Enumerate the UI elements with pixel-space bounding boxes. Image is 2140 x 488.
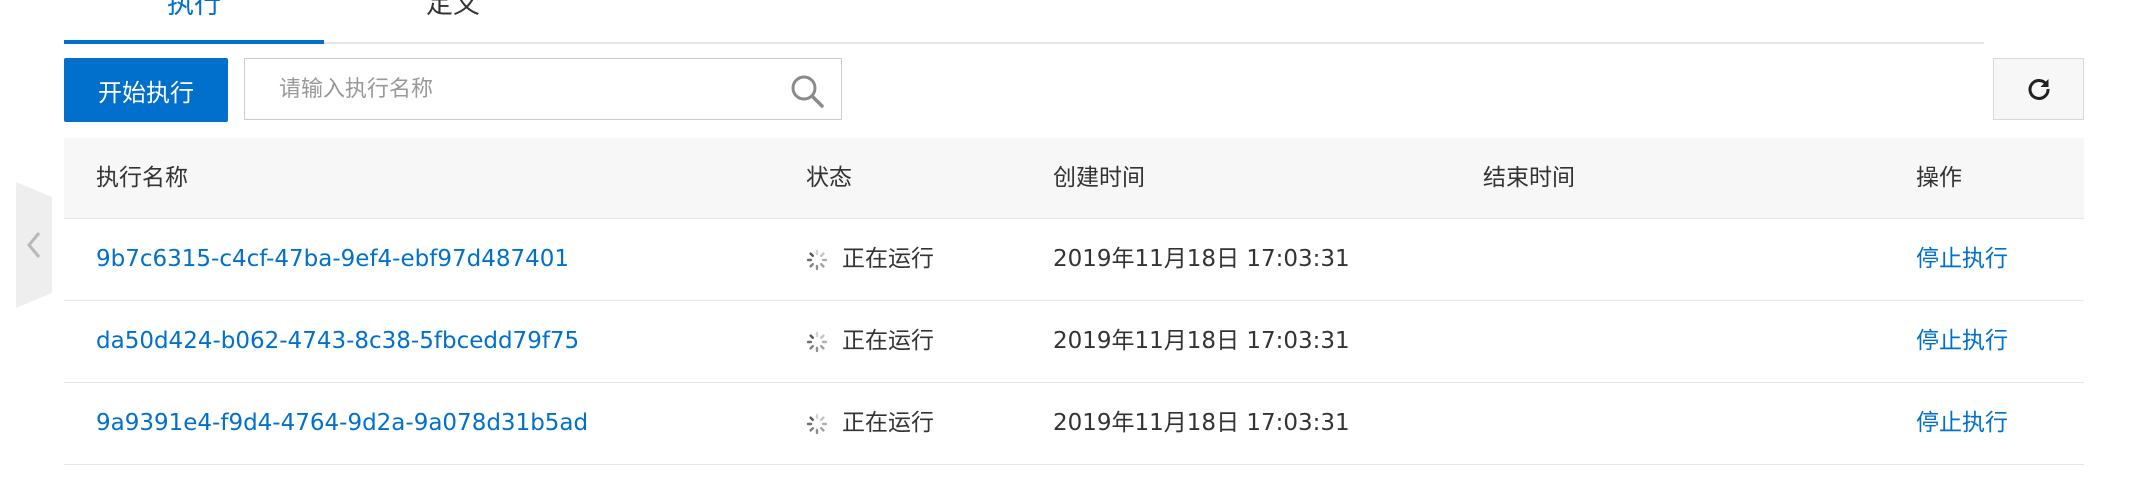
- execution-name-link[interactable]: 9a9391e4-f9d4-4764-9d2a-9a078d31b5ad: [96, 383, 588, 464]
- tab-definition[interactable]: 定义: [426, 0, 480, 22]
- spinner-icon: [806, 413, 828, 434]
- stop-execution-link[interactable]: 停止执行: [1916, 301, 2008, 382]
- sidebar-collapse-handle[interactable]: [16, 182, 52, 308]
- tab-executions[interactable]: 执行: [167, 0, 221, 22]
- status-text: 正在运行: [842, 246, 934, 272]
- column-header-actions: 操作: [1916, 165, 1962, 191]
- execution-name-link[interactable]: da50d424-b062-4743-8c38-5fbcedd79f75: [96, 301, 579, 382]
- column-header-status: 状态: [806, 165, 852, 191]
- refresh-button[interactable]: [1993, 58, 2084, 120]
- table-header: 执行名称 状态 创建时间 结束时间 操作: [64, 138, 2084, 219]
- table-row: 9b7c6315-c4cf-47ba-9ef4-ebf97d487401 正在运…: [64, 219, 2084, 301]
- table-row: da50d424-b062-4743-8c38-5fbcedd79f75 正在运…: [64, 301, 2084, 383]
- created-time: 2019年11月18日 17:03:31: [1053, 410, 1350, 436]
- chevron-left-icon: [27, 232, 41, 258]
- status-cell: 正在运行: [806, 383, 934, 464]
- spinner-icon: [806, 331, 828, 352]
- tab-bar: 执行 定义: [64, 0, 1984, 44]
- created-time: 2019年11月18日 17:03:31: [1053, 328, 1350, 354]
- refresh-icon: [2028, 79, 2050, 100]
- search-icon[interactable]: [789, 73, 825, 109]
- stop-execution-link[interactable]: 停止执行: [1916, 219, 2008, 300]
- search-box: [244, 58, 842, 120]
- stop-execution-link[interactable]: 停止执行: [1916, 383, 2008, 464]
- spinner-icon: [806, 249, 828, 270]
- column-header-name: 执行名称: [96, 165, 188, 191]
- start-execution-button[interactable]: 开始执行: [64, 58, 228, 122]
- active-tab-indicator: [64, 40, 324, 44]
- search-input[interactable]: [245, 59, 765, 119]
- column-header-ended: 结束时间: [1483, 165, 1575, 191]
- execution-name-link[interactable]: 9b7c6315-c4cf-47ba-9ef4-ebf97d487401: [96, 219, 569, 300]
- status-cell: 正在运行: [806, 219, 934, 300]
- status-cell: 正在运行: [806, 301, 934, 382]
- created-time: 2019年11月18日 17:03:31: [1053, 246, 1350, 272]
- column-header-created: 创建时间: [1053, 165, 1145, 191]
- status-text: 正在运行: [842, 328, 934, 354]
- table-row: 9a9391e4-f9d4-4764-9d2a-9a078d31b5ad 正在运…: [64, 383, 2084, 465]
- executions-table: 执行名称 状态 创建时间 结束时间 操作 9b7c6315-c4cf-47ba-…: [64, 138, 2084, 465]
- status-text: 正在运行: [842, 410, 934, 436]
